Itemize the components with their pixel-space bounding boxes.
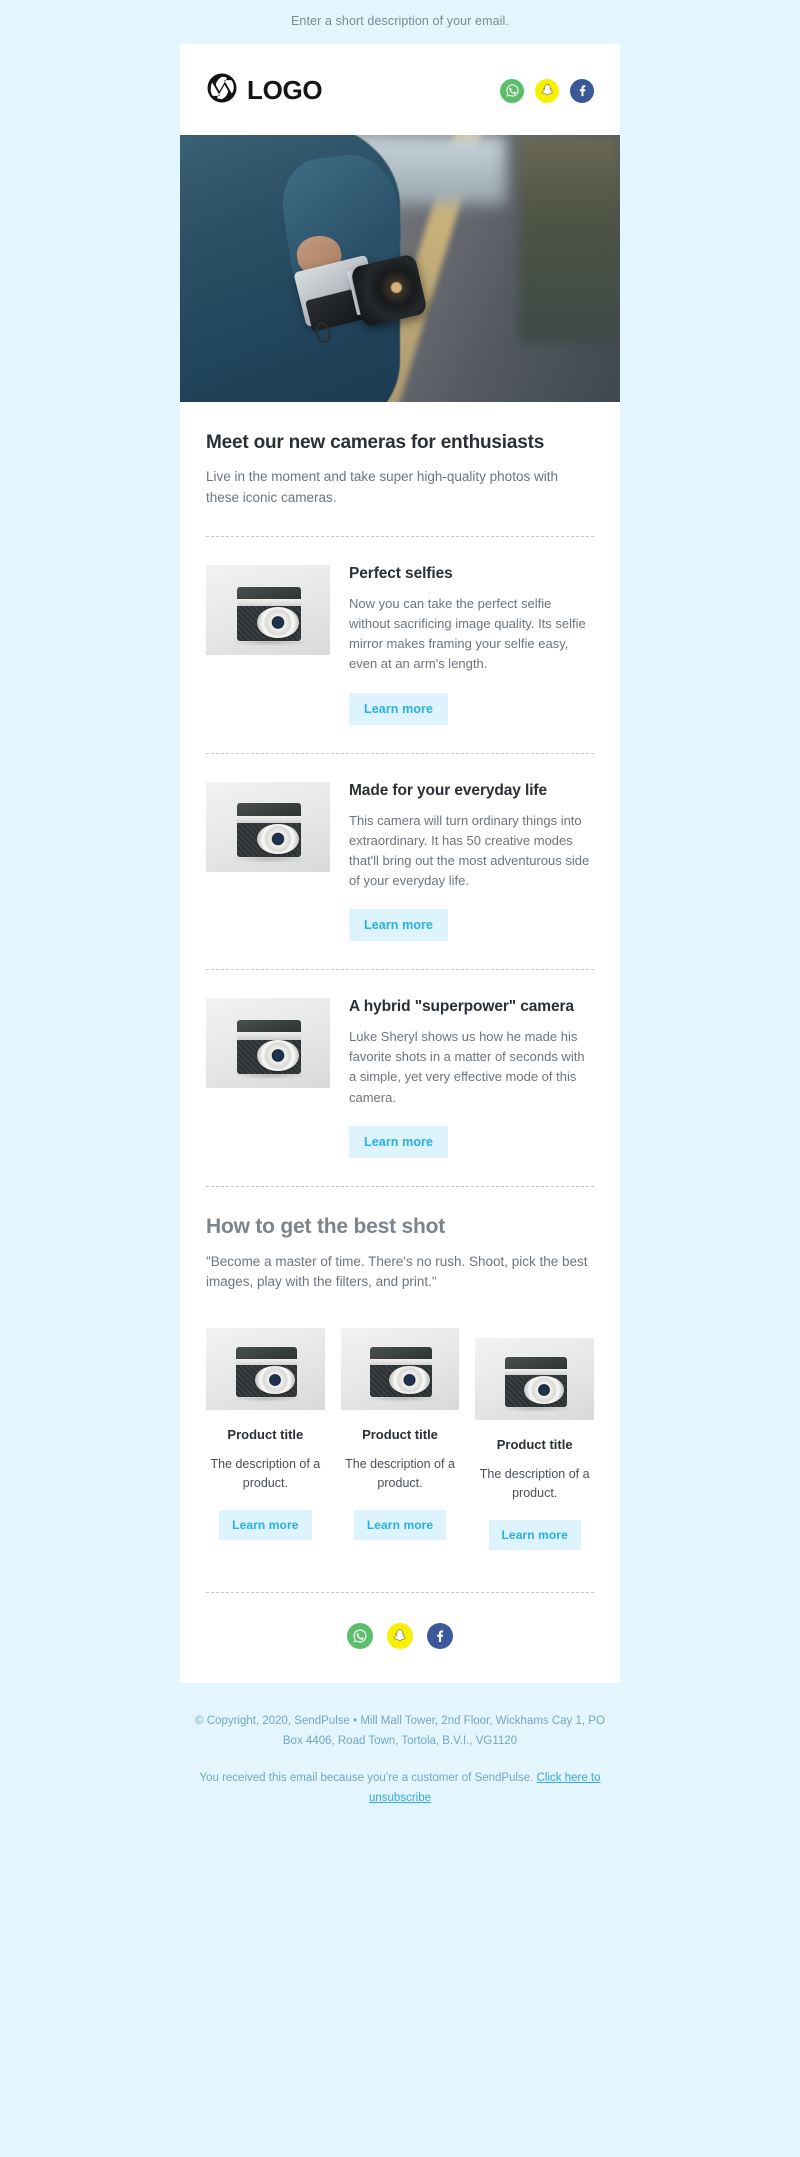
product-grid: Product title The description of a produ… — [180, 1327, 620, 1551]
preheader-description: Enter a short description of your email. — [291, 14, 509, 28]
feature-title: Made for your everyday life — [349, 781, 548, 799]
best-shot-section: How to get the best shot "Become a maste… — [180, 1215, 620, 1293]
product-card: Product title The description of a produ… — [475, 1328, 595, 1551]
divider — [206, 1592, 594, 1594]
divider — [206, 536, 594, 538]
feature-title: A hybrid "superpower" camera — [349, 998, 574, 1016]
snapchat-icon[interactable] — [387, 1623, 413, 1650]
product-card: Product title The description of a produ… — [340, 1327, 460, 1541]
intro-title: Meet our new cameras for enthusiasts — [206, 432, 545, 453]
product-thumbnail — [340, 1327, 460, 1410]
feature-row: Perfect selfies Now you can take the per… — [180, 565, 620, 725]
divider — [206, 752, 594, 754]
unsubscribe-line: You received this email because you’re a… — [192, 1768, 608, 1808]
feature-content: Perfect selfies Now you can take the per… — [349, 565, 594, 725]
intro-text: Live in the moment and take super high-q… — [206, 469, 558, 505]
product-thumbnail — [475, 1337, 595, 1420]
product-card: Product title The description of a produ… — [206, 1327, 325, 1541]
email-body: LOGO Meet our new cameras for enthusiast… — [180, 44, 620, 1684]
divider — [206, 1185, 594, 1187]
feature-text: Now you can take the perfect selfie with… — [349, 596, 586, 672]
hero-forest-layer — [518, 135, 620, 344]
hero-image — [180, 135, 620, 402]
brand-logo[interactable]: LOGO — [206, 72, 323, 109]
legal-footer: © Copyright, 2020, SendPulse • Mill Mall… — [180, 1683, 620, 1808]
feature-thumbnail — [206, 781, 330, 872]
product-description: The description of a product. — [479, 1466, 590, 1500]
whatsapp-icon[interactable] — [347, 1623, 373, 1650]
product-description: The description of a product. — [345, 1456, 455, 1490]
product-title: Product title — [227, 1426, 304, 1442]
learn-more-button[interactable]: Learn more — [219, 1510, 312, 1541]
best-shot-title: How to get the best shot — [206, 1214, 446, 1238]
unsubscribe-reason: You received this email because you’re a… — [199, 1771, 537, 1784]
product-description: The description of a product. — [210, 1456, 321, 1490]
learn-more-button[interactable]: Learn more — [349, 909, 449, 942]
learn-more-button[interactable]: Learn more — [353, 1510, 447, 1541]
learn-more-button[interactable]: Learn more — [488, 1520, 581, 1551]
product-title: Product title — [362, 1426, 438, 1442]
whatsapp-icon[interactable] — [500, 78, 524, 103]
snapchat-icon[interactable] — [535, 78, 559, 103]
feature-row: A hybrid "superpower" camera Luke Sheryl… — [180, 998, 620, 1158]
camera-shutter-icon — [206, 72, 238, 109]
footer-social-links — [180, 1623, 620, 1683]
feature-title: Perfect selfies — [349, 565, 453, 583]
email-header: LOGO — [180, 44, 620, 135]
feature-thumbnail — [206, 565, 330, 656]
feature-content: Made for your everyday life This camera … — [349, 782, 594, 942]
learn-more-button[interactable]: Learn more — [349, 692, 449, 725]
copyright-text: © Copyright, 2020, SendPulse • Mill Mall… — [195, 1715, 605, 1748]
feature-thumbnail — [206, 998, 330, 1089]
facebook-icon[interactable] — [570, 78, 594, 103]
product-thumbnail — [206, 1327, 325, 1410]
best-shot-quote: "Become a master of time. There's no rus… — [206, 1253, 588, 1290]
feature-text: Luke Sheryl shows us how he made his fav… — [349, 1029, 585, 1105]
feature-content: A hybrid "superpower" camera Luke Sheryl… — [349, 998, 594, 1158]
facebook-icon[interactable] — [427, 1623, 453, 1650]
product-title: Product title — [496, 1436, 573, 1452]
feature-text: This camera will turn ordinary things in… — [349, 812, 590, 889]
feature-row: Made for your everyday life This camera … — [180, 781, 620, 942]
learn-more-button[interactable]: Learn more — [349, 1125, 449, 1158]
divider — [206, 969, 594, 971]
intro-section: Meet our new cameras for enthusiasts Liv… — [180, 402, 620, 508]
brand-name: LOGO — [247, 75, 323, 105]
header-social-links — [500, 78, 594, 103]
